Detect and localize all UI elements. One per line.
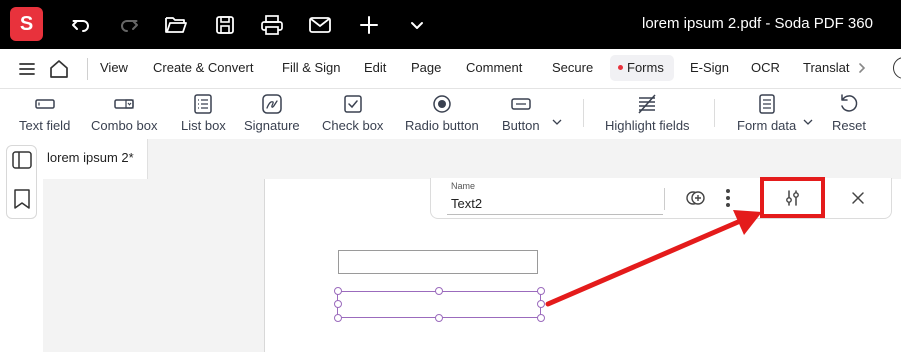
- resize-handle[interactable]: [537, 314, 545, 322]
- text-field-icon: [34, 93, 56, 115]
- check-box-tool[interactable]: Check box: [322, 93, 383, 133]
- field-name-input[interactable]: Text2: [451, 196, 482, 211]
- document-tab[interactable]: lorem ipsum 2*: [43, 139, 148, 179]
- menu-divider: [87, 58, 88, 80]
- active-dot: [618, 65, 623, 71]
- resize-handle[interactable]: [334, 314, 342, 322]
- popup-divider: [664, 188, 665, 210]
- add-field-copy-icon[interactable]: [685, 188, 707, 208]
- forms-toolbar: Text field Combo box List box Signature …: [0, 89, 901, 140]
- resize-handle[interactable]: [435, 287, 443, 295]
- more-options-icon[interactable]: [725, 188, 731, 208]
- document-title: lorem ipsum 2.pdf - Soda PDF 360: [642, 15, 873, 32]
- field-name-underline: [447, 214, 663, 215]
- close-icon[interactable]: [851, 191, 865, 205]
- left-sidebar: [0, 139, 43, 352]
- signature-tool[interactable]: Signature: [244, 93, 300, 133]
- form-data-icon: [756, 93, 778, 115]
- panel-toggle-icon[interactable]: [12, 150, 32, 170]
- save-icon[interactable]: [212, 12, 238, 38]
- print-icon[interactable]: [259, 12, 285, 38]
- open-folder-icon[interactable]: [163, 12, 189, 38]
- toolbar-divider: [714, 99, 715, 127]
- document-tab-label: lorem ipsum 2*: [47, 150, 134, 165]
- menu-forms-label: Forms: [627, 60, 664, 75]
- bookmark-icon[interactable]: [13, 188, 31, 210]
- resize-handle[interactable]: [334, 300, 342, 308]
- highlight-fields-tool[interactable]: Highlight fields: [605, 93, 690, 133]
- signature-icon: [261, 93, 283, 115]
- menu-secure[interactable]: Secure: [552, 60, 593, 75]
- combo-box-tool[interactable]: Combo box: [91, 93, 157, 133]
- menu-fill-sign[interactable]: Fill & Sign: [282, 60, 341, 75]
- field-name-label: Name: [451, 181, 476, 191]
- button-icon: [510, 93, 532, 115]
- button-tool-label: Button: [502, 118, 540, 133]
- toolbar-divider: [583, 99, 584, 127]
- menu-create-convert[interactable]: Create & Convert: [153, 60, 253, 75]
- title-bar: S lorem ipsum 2.pdf - Soda PDF 360: [0, 0, 901, 49]
- account-icon[interactable]: [893, 57, 901, 79]
- button-dropdown-chevron-icon[interactable]: [552, 118, 562, 126]
- reset-tool[interactable]: Reset: [832, 93, 866, 133]
- highlight-fields-icon: [636, 93, 658, 115]
- menu-comment[interactable]: Comment: [466, 60, 522, 75]
- resize-handle[interactable]: [435, 314, 443, 322]
- thumbnail-panel: [43, 179, 265, 352]
- annotation-highlight-box: [760, 177, 825, 218]
- menu-bar: View Create & Convert Fill & Sign Edit P…: [0, 49, 901, 89]
- resize-handle[interactable]: [537, 300, 545, 308]
- form-data-tool[interactable]: Form data: [737, 93, 796, 133]
- home-icon[interactable]: [48, 58, 70, 80]
- radio-button-icon: [431, 93, 453, 115]
- add-icon[interactable]: [356, 12, 382, 38]
- list-box-tool[interactable]: List box: [181, 93, 226, 133]
- menu-view[interactable]: View: [100, 60, 128, 75]
- chevron-right-icon[interactable]: [857, 62, 867, 74]
- menu-translate[interactable]: Translat: [803, 60, 851, 75]
- menu-forms[interactable]: Forms: [618, 60, 664, 75]
- reset-icon: [838, 93, 860, 115]
- app-logo[interactable]: S: [10, 7, 43, 41]
- combo-box-icon: [113, 93, 135, 115]
- menu-esign[interactable]: E-Sign: [690, 60, 729, 75]
- chevron-down-icon[interactable]: [404, 12, 430, 38]
- radio-button-tool[interactable]: Radio button: [405, 93, 479, 133]
- menu-page[interactable]: Page: [411, 60, 441, 75]
- text-field-1[interactable]: [338, 250, 538, 274]
- menu-edit[interactable]: Edit: [364, 60, 386, 75]
- menu-ocr[interactable]: OCR: [751, 60, 780, 75]
- button-tool[interactable]: Button: [502, 93, 540, 133]
- redo-icon[interactable]: [116, 12, 142, 38]
- email-icon[interactable]: [307, 12, 333, 38]
- list-box-icon: [192, 93, 214, 115]
- hamburger-menu-icon[interactable]: [18, 61, 36, 77]
- text-field-tool[interactable]: Text field: [19, 93, 70, 133]
- check-box-icon: [342, 93, 364, 115]
- resize-handle[interactable]: [537, 287, 545, 295]
- form-data-dropdown-chevron-icon[interactable]: [803, 118, 813, 126]
- tab-strip: [147, 139, 901, 179]
- resize-handle[interactable]: [334, 287, 342, 295]
- undo-icon[interactable]: [68, 12, 94, 38]
